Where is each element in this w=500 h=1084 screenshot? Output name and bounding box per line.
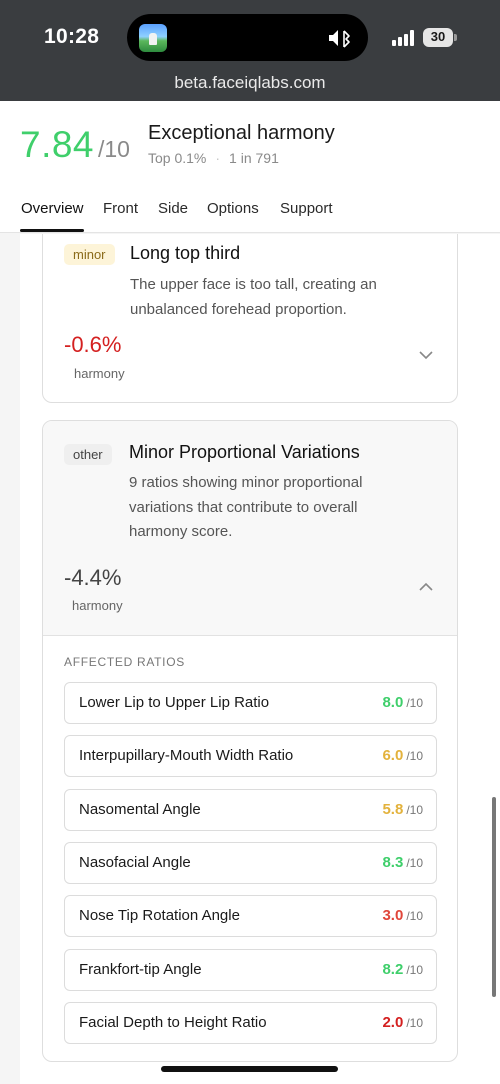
rank-top: Top 0.1%: [148, 150, 207, 166]
score-header: 7.84 /10 Exceptional harmony Top 0.1% · 1 …: [0, 101, 500, 233]
ratio-score: 5.8/10: [382, 801, 423, 818]
active-tab-indicator: [20, 229, 84, 232]
issue-description-line: The upper face is too tall, creating an: [130, 276, 377, 293]
ratio-row[interactable]: Nose Tip Rotation Angle 3.0/10: [64, 895, 437, 938]
ratio-row[interactable]: Interpupillary-Mouth Width Ratio 6.0/10: [64, 735, 437, 778]
ratio-name: Facial Depth to Height Ratio: [79, 1013, 267, 1031]
issue-title: Minor Proportional Variations: [129, 442, 360, 462]
issue-description: 9 ratios showing minor proportional vari…: [129, 471, 362, 545]
ratio-score-value: 8.2: [382, 960, 404, 978]
rank-separator: ·: [215, 150, 221, 166]
ratio-score-value: 6.0: [382, 747, 404, 765]
clock: 10:28: [44, 25, 100, 48]
harmony-delta: -4.4%: [64, 565, 122, 590]
ratio-score-max: /10: [406, 855, 423, 870]
ratio-score-max: /10: [406, 909, 423, 924]
affected-ratios-heading: AFFECTED RATIOS: [64, 655, 185, 669]
tab-overview[interactable]: Overview: [21, 200, 84, 217]
ratio-row[interactable]: Lower Lip to Upper Lip Ratio 8.0/10: [64, 682, 437, 724]
ratio-name: Interpupillary-Mouth Width Ratio: [79, 747, 294, 765]
scrollbar[interactable]: [492, 797, 496, 997]
harmony-delta-label: harmony: [72, 598, 123, 613]
rank-ratio: 1 in 791: [229, 150, 279, 166]
ratio-score-max: /10: [406, 749, 423, 764]
tab-front[interactable]: Front: [103, 200, 138, 217]
dynamic-island: [127, 14, 368, 61]
chevron-up-icon[interactable]: [419, 582, 433, 592]
ratio-score: 6.0/10: [382, 747, 423, 764]
ratio-name: Nasomental Angle: [79, 800, 201, 818]
overall-score: 7.84: [20, 124, 95, 165]
ratio-row[interactable]: Frankfort-tip Angle 8.2/10: [64, 948, 437, 991]
issue-description-line: harmony score.: [129, 523, 233, 540]
ratio-name: Nasofacial Angle: [79, 853, 191, 871]
battery-level: 30: [430, 29, 446, 44]
ratio-row[interactable]: Nasofacial Angle 8.3/10: [64, 841, 437, 884]
ratio-score-value: 8.3: [382, 853, 404, 871]
mute-icon: [329, 30, 350, 48]
status-bar: 10:28 30 beta.faceiqlabs.com: [0, 0, 500, 101]
issue-description-line: 9 ratios showing minor proportional: [129, 474, 363, 491]
issue-description-line: unbalanced forehead proportion.: [130, 300, 347, 318]
issue-card-other: other Minor Proportional Variations 9 ra…: [42, 420, 458, 1062]
ratio-score: 3.0/10: [382, 907, 423, 924]
ratio-score-value: 2.0: [382, 1013, 404, 1031]
ratio-name: Frankfort-tip Angle: [79, 960, 202, 978]
tab-options[interactable]: Options: [207, 200, 259, 217]
ratio-name: Lower Lip to Upper Lip Ratio: [79, 694, 270, 711]
ratio-score: 8.2/10: [382, 961, 423, 978]
now-playing-thumbnail: [139, 24, 167, 52]
ratio-score-value: 8.0: [382, 694, 404, 711]
issue-title: Long top third: [130, 243, 241, 263]
ratio-row[interactable]: Facial Depth to Height Ratio 2.0/10: [64, 1001, 437, 1044]
signal-icon: [392, 30, 414, 46]
ratio-score-max: /10: [406, 696, 423, 710]
tab-support[interactable]: Support: [280, 200, 333, 217]
ratio-name: Nose Tip Rotation Angle: [79, 907, 240, 925]
issue-card-minor[interactable]: minor Long top third The upper face is t…: [42, 234, 458, 403]
score-max: /10: [98, 136, 130, 162]
severity-badge: other: [64, 444, 112, 465]
ratio-score: 8.0/10: [382, 694, 423, 711]
issue-summary[interactable]: other Minor Proportional Variations 9 ra…: [43, 421, 457, 636]
main-content: minor Long top third The upper face is t…: [20, 234, 500, 1084]
issue-description: The upper face is too tall, creating an …: [130, 273, 377, 322]
ratio-score: 8.3/10: [382, 854, 423, 871]
ratio-score-max: /10: [406, 1015, 423, 1030]
battery-icon: 30: [423, 28, 457, 47]
ratio-score-value: 5.8: [382, 800, 404, 818]
home-indicator[interactable]: [161, 1066, 338, 1072]
address-bar[interactable]: beta.faceiqlabs.com: [0, 73, 500, 93]
harmony-delta-label: harmony: [74, 366, 125, 381]
tab-bar: Overview Front Side Options Support: [0, 200, 500, 233]
severity-badge: minor: [64, 244, 115, 265]
harmony-delta: -0.6%: [64, 332, 122, 357]
ratio-score-max: /10: [406, 962, 423, 977]
ratio-score-value: 3.0: [382, 907, 404, 925]
harmony-label: Exceptional harmony: [148, 122, 335, 144]
issue-description-line: variations that contribute to overall: [129, 498, 358, 516]
ratio-score-max: /10: [406, 802, 423, 817]
ratio-score: 2.0/10: [382, 1014, 423, 1031]
chevron-down-icon[interactable]: [419, 350, 433, 360]
rank-line: Top 0.1% · 1 in 791: [148, 150, 279, 166]
tab-side[interactable]: Side: [158, 200, 188, 217]
ratio-row[interactable]: Nasomental Angle 5.8/10: [64, 788, 437, 831]
